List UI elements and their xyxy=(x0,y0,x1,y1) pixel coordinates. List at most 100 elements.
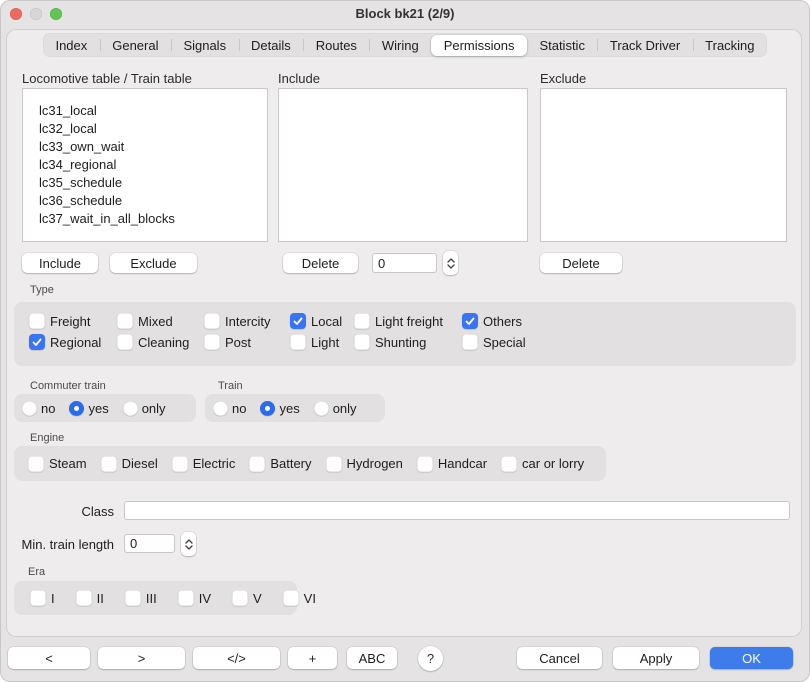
checkbox-box xyxy=(204,334,220,350)
checkbox-freight[interactable]: Freight xyxy=(29,313,117,329)
checkbox-post[interactable]: Post xyxy=(204,334,290,350)
include-list[interactable] xyxy=(278,88,528,242)
radio-circle xyxy=(314,401,329,416)
checkbox-diesel[interactable]: Diesel xyxy=(101,456,158,472)
checkbox-box xyxy=(354,313,370,329)
tab-general[interactable]: General xyxy=(100,33,171,57)
cancel-button[interactable]: Cancel xyxy=(517,647,602,669)
include-button[interactable]: Include xyxy=(22,253,98,273)
list-item-lc31-local[interactable]: lc31_local xyxy=(39,102,267,120)
checkbox-iv[interactable]: IV xyxy=(178,590,211,606)
include-delete-button[interactable]: Delete xyxy=(283,253,358,273)
checkbox-steam[interactable]: Steam xyxy=(28,456,87,472)
min-train-length-input[interactable] xyxy=(124,534,175,553)
checkbox-label: VI xyxy=(304,591,316,606)
list-item-lc35-schedule[interactable]: lc35_schedule xyxy=(39,174,267,192)
checkbox-others[interactable]: Others xyxy=(462,313,796,329)
tab-wiring[interactable]: Wiring xyxy=(369,33,431,57)
list-item-lc37-wait-in-all-blocks[interactable]: lc37_wait_in_all_blocks xyxy=(39,210,267,228)
checkbox-label: Diesel xyxy=(122,456,158,471)
checkbox-i[interactable]: I xyxy=(30,590,55,606)
checkbox-label: Intercity xyxy=(225,314,271,329)
checkbox-box xyxy=(283,590,299,606)
radio-label: only xyxy=(333,401,357,416)
train-label: Train xyxy=(218,380,243,392)
window-title: Block bk21 (2/9) xyxy=(0,6,810,21)
radio-circle xyxy=(213,401,228,416)
checkbox-special[interactable]: Special xyxy=(462,334,796,350)
checkbox-iii[interactable]: III xyxy=(125,590,157,606)
include-buttons-row: Delete xyxy=(278,253,528,275)
checkbox-box xyxy=(125,590,141,606)
include-stepper[interactable] xyxy=(443,251,458,275)
checkbox-handcar[interactable]: Handcar xyxy=(417,456,487,472)
class-input[interactable] xyxy=(124,501,790,520)
commuter-train-radio-only[interactable]: only xyxy=(123,401,166,416)
checkbox-label: Local xyxy=(311,314,342,329)
next-button[interactable]: > xyxy=(98,647,185,669)
checkbox-box xyxy=(462,334,478,350)
check-icon xyxy=(293,317,303,326)
type-label: Type xyxy=(30,284,54,296)
checkbox-cleaning[interactable]: Cleaning xyxy=(117,334,204,350)
checkbox-car-or-lorry[interactable]: car or lorry xyxy=(501,456,584,472)
checkbox-box xyxy=(178,590,194,606)
checkbox-local[interactable]: Local xyxy=(290,313,354,329)
tab-permissions[interactable]: Permissions xyxy=(431,35,527,56)
commuter-train-radio-yes[interactable]: yes xyxy=(69,401,108,416)
chevron-up-icon xyxy=(185,539,193,544)
tab-statistic[interactable]: Statistic xyxy=(527,33,597,57)
list-item-lc33-own-wait[interactable]: lc33_own_wait xyxy=(39,138,267,156)
checkbox-electric[interactable]: Electric xyxy=(172,456,236,472)
checkbox-ii[interactable]: II xyxy=(76,590,104,606)
locomotive-list[interactable]: lc31_locallc32_locallc33_own_waitlc34_re… xyxy=(22,88,268,242)
checkbox-light-freight[interactable]: Light freight xyxy=(354,313,462,329)
checkbox-box xyxy=(326,456,342,472)
checkbox-shunting[interactable]: Shunting xyxy=(354,334,462,350)
tab-index[interactable]: Index xyxy=(43,33,100,57)
list-item-lc32-local[interactable]: lc32_local xyxy=(39,120,267,138)
tab-details[interactable]: Details xyxy=(239,33,304,57)
checkbox-battery[interactable]: Battery xyxy=(249,456,311,472)
include-list-label: Include xyxy=(278,71,528,87)
train-radio-no[interactable]: no xyxy=(213,401,246,416)
exclude-list[interactable] xyxy=(540,88,787,242)
exclude-button[interactable]: Exclude xyxy=(110,253,197,273)
train-radio-only[interactable]: only xyxy=(314,401,357,416)
checkbox-box xyxy=(29,334,45,350)
checkbox-hydrogen[interactable]: Hydrogen xyxy=(326,456,403,472)
exclude-delete-button[interactable]: Delete xyxy=(540,253,622,273)
commuter-train-radio-no[interactable]: no xyxy=(22,401,55,416)
radio-circle xyxy=(260,401,275,416)
checkbox-box xyxy=(354,334,370,350)
checkbox-box xyxy=(290,334,306,350)
checkbox-vi[interactable]: VI xyxy=(283,590,316,606)
include-spinner-input[interactable] xyxy=(372,253,437,273)
list-item-lc36-schedule[interactable]: lc36_schedule xyxy=(39,192,267,210)
tab-signals[interactable]: Signals xyxy=(171,33,239,57)
checkbox-mixed[interactable]: Mixed xyxy=(117,313,204,329)
exclude-buttons-row: Delete xyxy=(540,253,787,275)
plus-button[interactable]: + xyxy=(288,647,337,669)
prev-button[interactable]: < xyxy=(8,647,90,669)
tab-track-driver[interactable]: Track Driver xyxy=(597,33,692,57)
checkbox-regional[interactable]: Regional xyxy=(29,334,117,350)
tab-tracking[interactable]: Tracking xyxy=(693,33,767,57)
ok-button[interactable]: OK xyxy=(710,647,793,669)
era-label: Era xyxy=(28,566,45,578)
checkbox-light[interactable]: Light xyxy=(290,334,354,350)
type-checkbox-grid: FreightMixed Intercity Local Light freightO… xyxy=(29,313,796,350)
apply-button[interactable]: Apply xyxy=(613,647,699,669)
chevron-down-icon xyxy=(185,545,193,550)
checkbox-v[interactable]: V xyxy=(232,590,262,606)
help-button[interactable]: ? xyxy=(418,646,443,671)
checkbox-intercity[interactable]: Intercity xyxy=(204,313,290,329)
abc-button[interactable]: ABC xyxy=(347,647,397,669)
type-groupbox: FreightMixed Intercity Local Light freightO… xyxy=(14,302,796,366)
code-button[interactable]: </> xyxy=(193,647,280,669)
list-item-lc34-regional[interactable]: lc34_regional xyxy=(39,156,267,174)
tab-routes[interactable]: Routes xyxy=(303,33,369,57)
min-train-length-stepper[interactable] xyxy=(181,532,196,556)
train-groupbox: noyes only xyxy=(205,394,385,422)
train-radio-yes[interactable]: yes xyxy=(260,401,299,416)
